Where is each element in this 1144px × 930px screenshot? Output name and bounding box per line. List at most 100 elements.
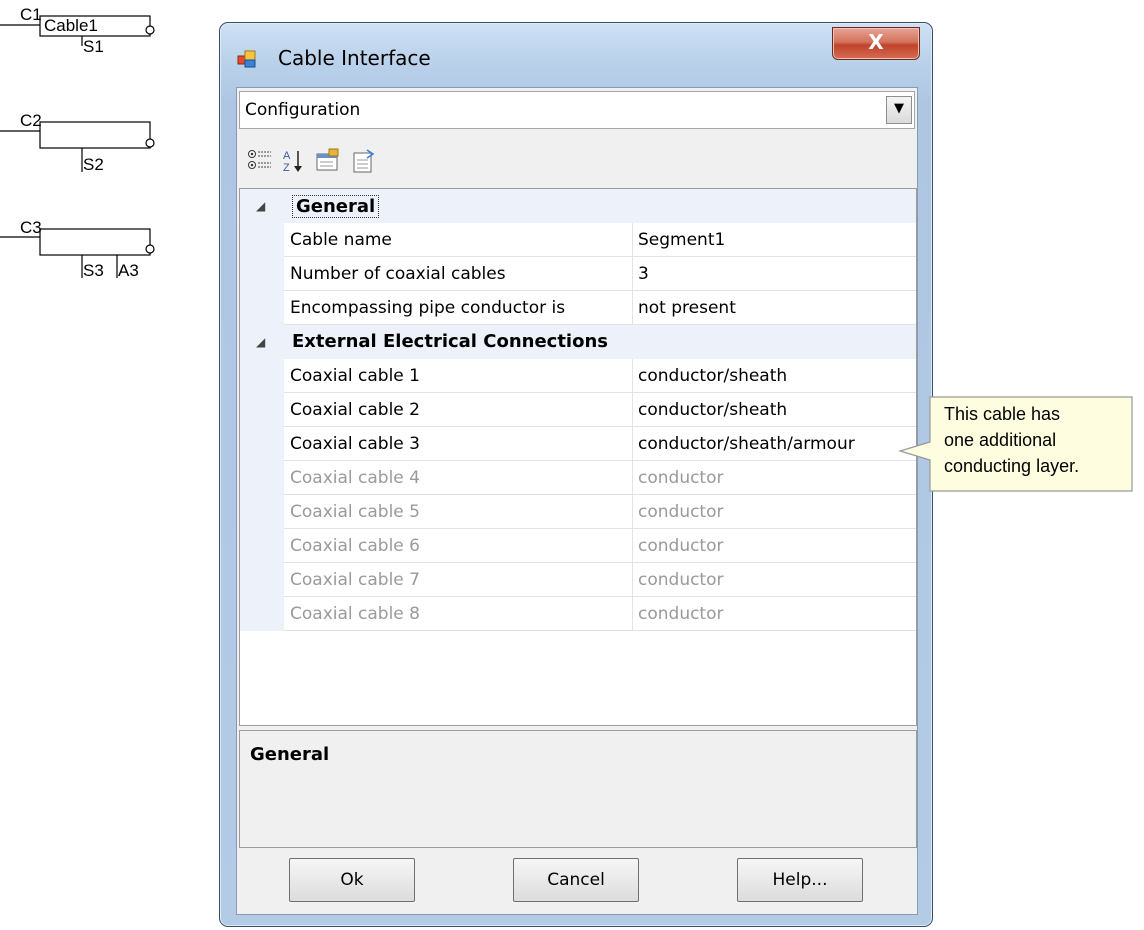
row-margin <box>240 359 284 393</box>
dropdown-value: Configuration <box>245 100 361 120</box>
row-margin <box>240 291 284 325</box>
configuration-dropdown[interactable]: Configuration ▼ <box>239 91 915 129</box>
cable-schematic: C1 Cable1 S1 C2 S2 C3 S3 A3 <box>0 5 155 280</box>
row-divider <box>284 630 916 631</box>
app-window-icon <box>237 50 256 68</box>
column-divider <box>632 359 633 393</box>
property-row[interactable]: Coaxial cable 2 conductor/sheath <box>240 393 916 427</box>
property-row: Coaxial cable 5 conductor <box>240 495 916 529</box>
property-row[interactable]: Coaxial cable 1 conductor/sheath <box>240 359 916 393</box>
property-name: Coaxial cable 8 <box>290 604 420 624</box>
c3-a3-label: A3 <box>118 261 139 280</box>
property-value: conductor <box>638 502 724 522</box>
description-pane: General <box>239 730 917 848</box>
c2-s2-label: S2 <box>83 155 104 174</box>
dropdown-button[interactable]: ▼ <box>886 96 912 124</box>
category-external-connections[interactable]: ◢ External Electrical Connections <box>240 325 916 359</box>
row-margin <box>240 495 284 529</box>
property-name: Coaxial cable 2 <box>290 400 420 420</box>
row-margin <box>240 529 284 563</box>
property-value: conductor <box>638 604 724 624</box>
column-divider <box>632 563 633 597</box>
column-divider <box>632 495 633 529</box>
property-value[interactable]: conductor/sheath <box>638 400 787 420</box>
category-label: External Electrical Connections <box>292 331 608 352</box>
property-name: Coaxial cable 1 <box>290 366 420 386</box>
close-button[interactable]: X <box>832 27 920 60</box>
close-icon: X <box>868 30 884 54</box>
c1-cable-name: Cable1 <box>44 16 98 35</box>
row-margin <box>240 223 284 257</box>
cancel-button[interactable]: Cancel <box>513 858 639 902</box>
property-grid-toolbar: A Z <box>239 132 915 188</box>
property-name: Cable name <box>290 230 392 250</box>
property-value[interactable]: 3 <box>638 264 649 284</box>
cancel-button-label: Cancel <box>547 870 605 890</box>
category-label: General <box>292 195 380 218</box>
category-general[interactable]: ◢ General <box>240 189 916 223</box>
property-row[interactable]: Number of coaxial cables 3 <box>240 257 916 291</box>
column-divider <box>632 291 633 325</box>
ok-button[interactable]: Ok <box>289 858 415 902</box>
c1-s1-label: S1 <box>83 37 104 56</box>
ok-button-label: Ok <box>340 870 364 890</box>
row-margin <box>240 597 284 631</box>
property-row: Coaxial cable 6 conductor <box>240 529 916 563</box>
property-name: Coaxial cable 6 <box>290 536 420 556</box>
property-value[interactable]: Segment1 <box>638 230 725 250</box>
title-bar[interactable]: Cable Interface X <box>220 23 932 87</box>
property-name: Coaxial cable 4 <box>290 468 420 488</box>
property-value: conductor <box>638 468 724 488</box>
row-margin <box>240 393 284 427</box>
row-margin <box>240 563 284 597</box>
property-value[interactable]: conductor/sheath/armour <box>638 434 855 454</box>
column-divider <box>632 257 633 291</box>
property-name: Coaxial cable 5 <box>290 502 420 522</box>
property-row: Coaxial cable 8 conductor <box>240 597 916 631</box>
c1-label: C1 <box>20 5 42 24</box>
column-divider <box>632 393 633 427</box>
property-row: Coaxial cable 7 conductor <box>240 563 916 597</box>
c3-s3-label: S3 <box>83 261 104 280</box>
callout-line: one additional <box>944 430 1057 450</box>
property-pages-icon[interactable] <box>315 148 341 174</box>
property-row[interactable]: Cable name Segment1 <box>240 223 916 257</box>
row-margin <box>240 461 284 495</box>
collapse-arrow-icon[interactable]: ◢ <box>256 199 265 213</box>
callout-line: conducting layer. <box>944 456 1080 476</box>
property-value: conductor <box>638 536 724 556</box>
column-divider <box>632 529 633 563</box>
property-name: Encompassing pipe conductor is <box>290 298 566 318</box>
categorized-icon[interactable] <box>247 148 273 174</box>
collapse-arrow-icon[interactable]: ◢ <box>256 335 265 349</box>
property-grid: ◢ General Cable name Segment1 Number of … <box>239 188 917 726</box>
row-margin <box>240 427 284 461</box>
svg-text:Z: Z <box>283 162 290 174</box>
events-icon[interactable] <box>351 148 377 174</box>
column-divider <box>632 427 633 461</box>
property-name: Coaxial cable 3 <box>290 434 420 454</box>
property-value: conductor <box>638 570 724 590</box>
c2-label: C2 <box>20 111 42 130</box>
property-row[interactable]: Coaxial cable 3 conductor/sheath/armour <box>240 427 916 461</box>
row-margin <box>240 257 284 291</box>
property-value[interactable]: not present <box>638 298 736 318</box>
window-title: Cable Interface <box>278 46 431 70</box>
description-title: General <box>250 744 330 765</box>
help-button-label: Help... <box>772 870 828 890</box>
callout-tooltip: This cable has one additional conducting… <box>897 396 1133 492</box>
cable-interface-dialog: Cable Interface X Configuration ▼ A Z ◢ … <box>219 22 933 927</box>
property-name: Coaxial cable 7 <box>290 570 420 590</box>
alphabetical-icon[interactable]: A Z <box>281 148 307 174</box>
column-divider <box>632 461 633 495</box>
dialog-client-area: Configuration ▼ A Z ◢ General Cable name… <box>236 87 918 915</box>
help-button[interactable]: Help... <box>737 858 863 902</box>
property-value[interactable]: conductor/sheath <box>638 366 787 386</box>
column-divider <box>632 597 633 631</box>
property-row[interactable]: Encompassing pipe conductor is not prese… <box>240 291 916 325</box>
c3-label: C3 <box>20 218 42 237</box>
column-divider <box>632 223 633 257</box>
svg-text:A: A <box>283 150 291 162</box>
callout-text: This cable has one additional conducting… <box>944 401 1079 479</box>
property-row: Coaxial cable 4 conductor <box>240 461 916 495</box>
